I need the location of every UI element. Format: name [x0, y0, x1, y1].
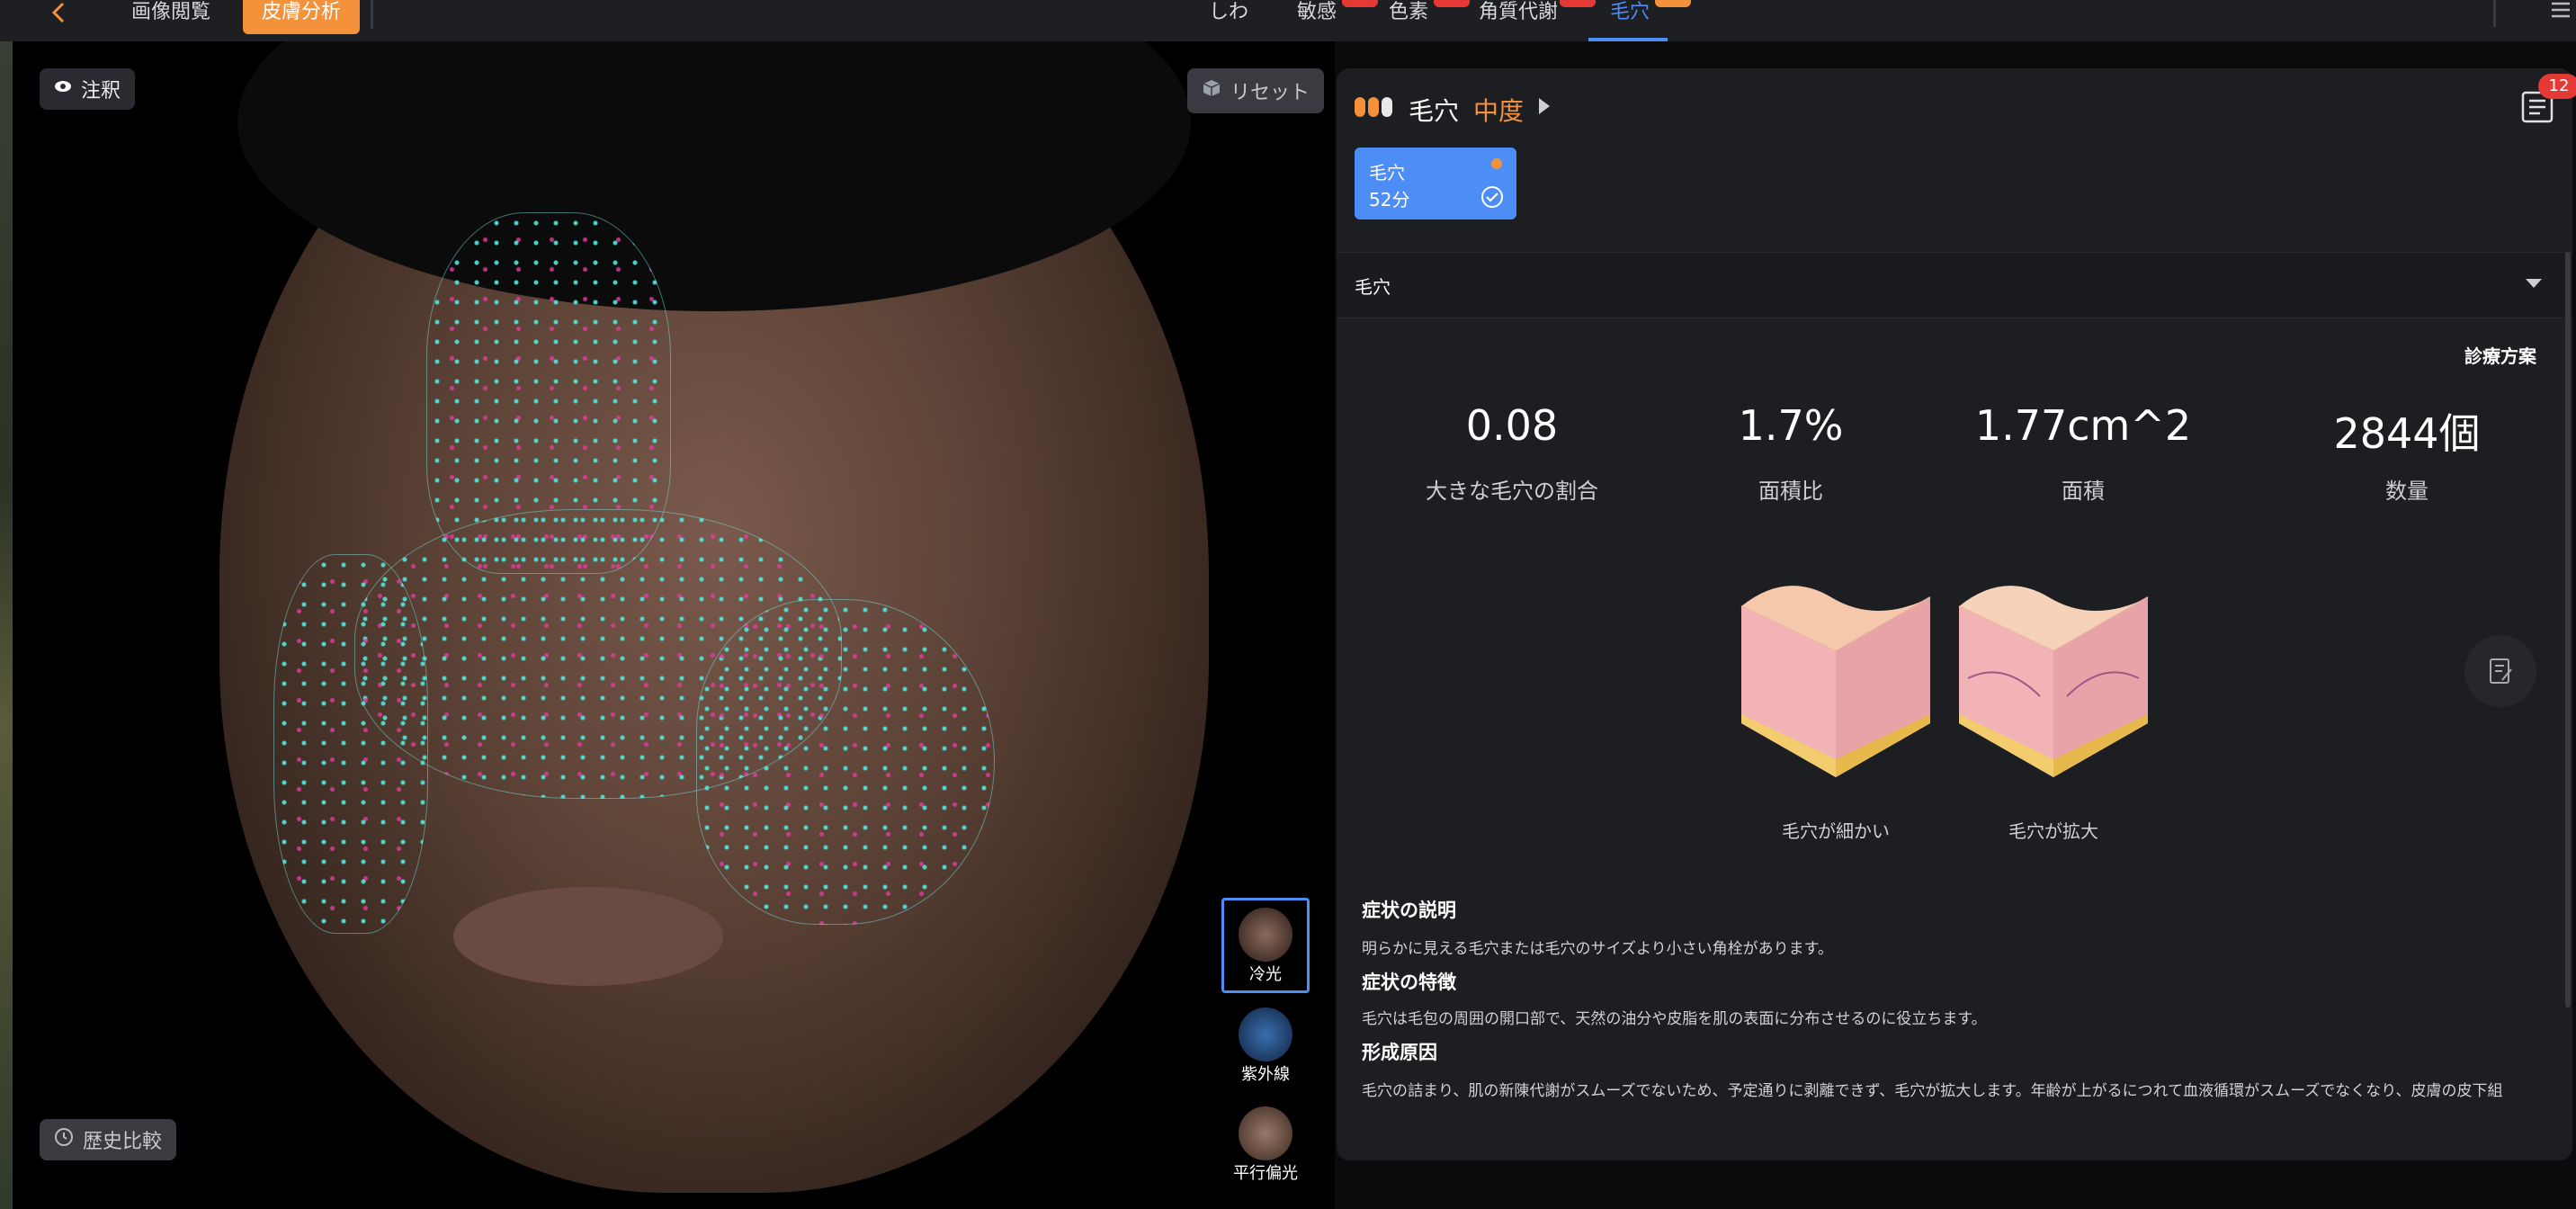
thumbnail-label: 平行偏光 — [1233, 1164, 1298, 1183]
clock-icon — [54, 1127, 74, 1152]
skin-illustration-fine — [1732, 561, 1939, 795]
background-strip — [0, 0, 13, 1209]
section-text: 明らかに見える毛穴または毛穴のサイズより小さい角栓があります。 — [1362, 940, 1833, 958]
thumbnail-label: 紫外線 — [1241, 1065, 1290, 1084]
eye-icon — [54, 77, 72, 101]
metric-value: 1.77cm^2 — [1974, 401, 2192, 450]
metric-value: 1.7% — [1738, 401, 1844, 450]
divider — [371, 0, 373, 29]
cube-icon — [1202, 78, 1221, 103]
annotation-label: 注釈 — [81, 80, 121, 103]
tab-image-view[interactable]: 画像閲覧 — [131, 0, 210, 41]
illustration-label: 毛穴が拡大 — [2008, 820, 2098, 842]
tab-skin-analysis-label: 皮膚分析 — [261, 1, 341, 23]
scrollbar[interactable] — [2565, 252, 2571, 1008]
skin-illustration-enlarged — [1950, 561, 2157, 795]
chevron-left-icon[interactable] — [45, 0, 72, 27]
tab-skin-analysis[interactable]: 皮膚分析 — [243, 0, 360, 34]
metric-label: 数量 — [2385, 479, 2428, 504]
metric-label: 面積比 — [1758, 479, 1823, 504]
thumbnail-label: 冷光 — [1249, 965, 1282, 984]
tab-sensitive[interactable]: 敏感 — [1297, 0, 1337, 41]
badge-pores — [1655, 0, 1691, 7]
section-heading: 形成原因 — [1362, 1042, 1437, 1063]
history-compare-label: 歴史比較 — [83, 1131, 163, 1153]
tab-wrinkles[interactable]: しわ — [1209, 0, 1248, 41]
pore-level-indicator — [1355, 97, 1400, 119]
reset-button[interactable]: リセット — [1187, 68, 1325, 113]
score-card-score: 52分 — [1369, 189, 1410, 210]
badge-sensitive — [1342, 0, 1378, 7]
panel-title: 毛穴 — [1409, 96, 1460, 126]
annotation-button[interactable]: 注釈 — [40, 68, 136, 110]
chevron-down-icon — [2524, 276, 2544, 294]
face-viewer[interactable]: 注釈 リセット 歴史比較 冷光 紫外線 平行偏光 — [13, 41, 1335, 1209]
play-icon[interactable] — [1536, 95, 1552, 121]
report-count-badge: 12 — [2538, 74, 2576, 99]
severity-label: 中度 — [1473, 96, 1525, 126]
metric-label: 大きな毛穴の割合 — [1426, 479, 1598, 504]
divider — [2493, 0, 2496, 27]
text-fade — [1337, 1103, 2572, 1130]
edit-note-icon — [2488, 657, 2515, 689]
category-dropdown[interactable]: 毛穴 — [1337, 252, 2572, 318]
top-bar: 画像閲覧 皮膚分析 しわ 敏感 色素 角質代謝 毛穴 — [0, 0, 2576, 41]
mouth-region — [453, 887, 723, 986]
tab-pores[interactable]: 毛穴 — [1610, 0, 1650, 41]
score-card-name: 毛穴 — [1369, 162, 1405, 184]
score-card[interactable]: 毛穴 52分 — [1355, 148, 1516, 219]
thumbnail-image — [1239, 1008, 1292, 1061]
metric-label: 面積 — [2062, 479, 2105, 504]
dropdown-label: 毛穴 — [1355, 276, 1391, 298]
pore-zone-left-cheek — [273, 554, 428, 934]
tab-pigment[interactable]: 色素 — [1389, 0, 1428, 41]
thumbnail-image — [1239, 908, 1292, 962]
illustration-label: 毛穴が細かい — [1782, 820, 1890, 842]
thumbnail-ultraviolet[interactable]: 紫外線 — [1224, 1008, 1307, 1085]
check-circle-icon — [1480, 185, 1504, 212]
treatment-plan-link[interactable]: 診療方案 — [2464, 342, 2536, 368]
edit-note-button[interactable] — [2464, 635, 2536, 707]
metric-value: 0.08 — [1465, 401, 1559, 450]
tab-keratin[interactable]: 角質代謝 — [1479, 0, 1558, 41]
history-compare-button[interactable]: 歴史比較 — [40, 1119, 177, 1160]
status-dot — [1491, 158, 1502, 169]
hamburger-icon[interactable] — [2549, 0, 2572, 23]
section-text: 毛穴は毛包の周囲の開口部で、天然の油分や皮脂を肌の表面に分布させるのに役立ちます… — [1362, 1010, 1987, 1028]
badge-pigment — [1434, 0, 1470, 7]
thumbnail-image — [1239, 1106, 1292, 1160]
section-text: 毛穴の詰まり、肌の新陳代謝がスムーズでないため、予定通りに剥離できず、毛穴が拡大… — [1362, 1082, 2503, 1100]
analysis-panel: 毛穴 中度 12 毛穴 52分 毛穴 診療方案 0.08 大きな毛穴の割合 1.… — [1337, 68, 2576, 1160]
metric-value: 2844個 — [2333, 409, 2481, 458]
reset-label: リセット — [1230, 82, 1310, 104]
thumbnail-cold-light[interactable]: 冷光 — [1221, 898, 1310, 993]
thumbnail-parallel-polarized[interactable]: 平行偏光 — [1224, 1106, 1307, 1184]
section-heading: 症状の特徴 — [1362, 972, 1456, 993]
badge-keratin — [1560, 0, 1596, 7]
active-tab-indicator — [1588, 38, 1668, 41]
section-heading: 症状の説明 — [1362, 900, 1456, 921]
pore-zone-right-cheek — [696, 599, 995, 925]
